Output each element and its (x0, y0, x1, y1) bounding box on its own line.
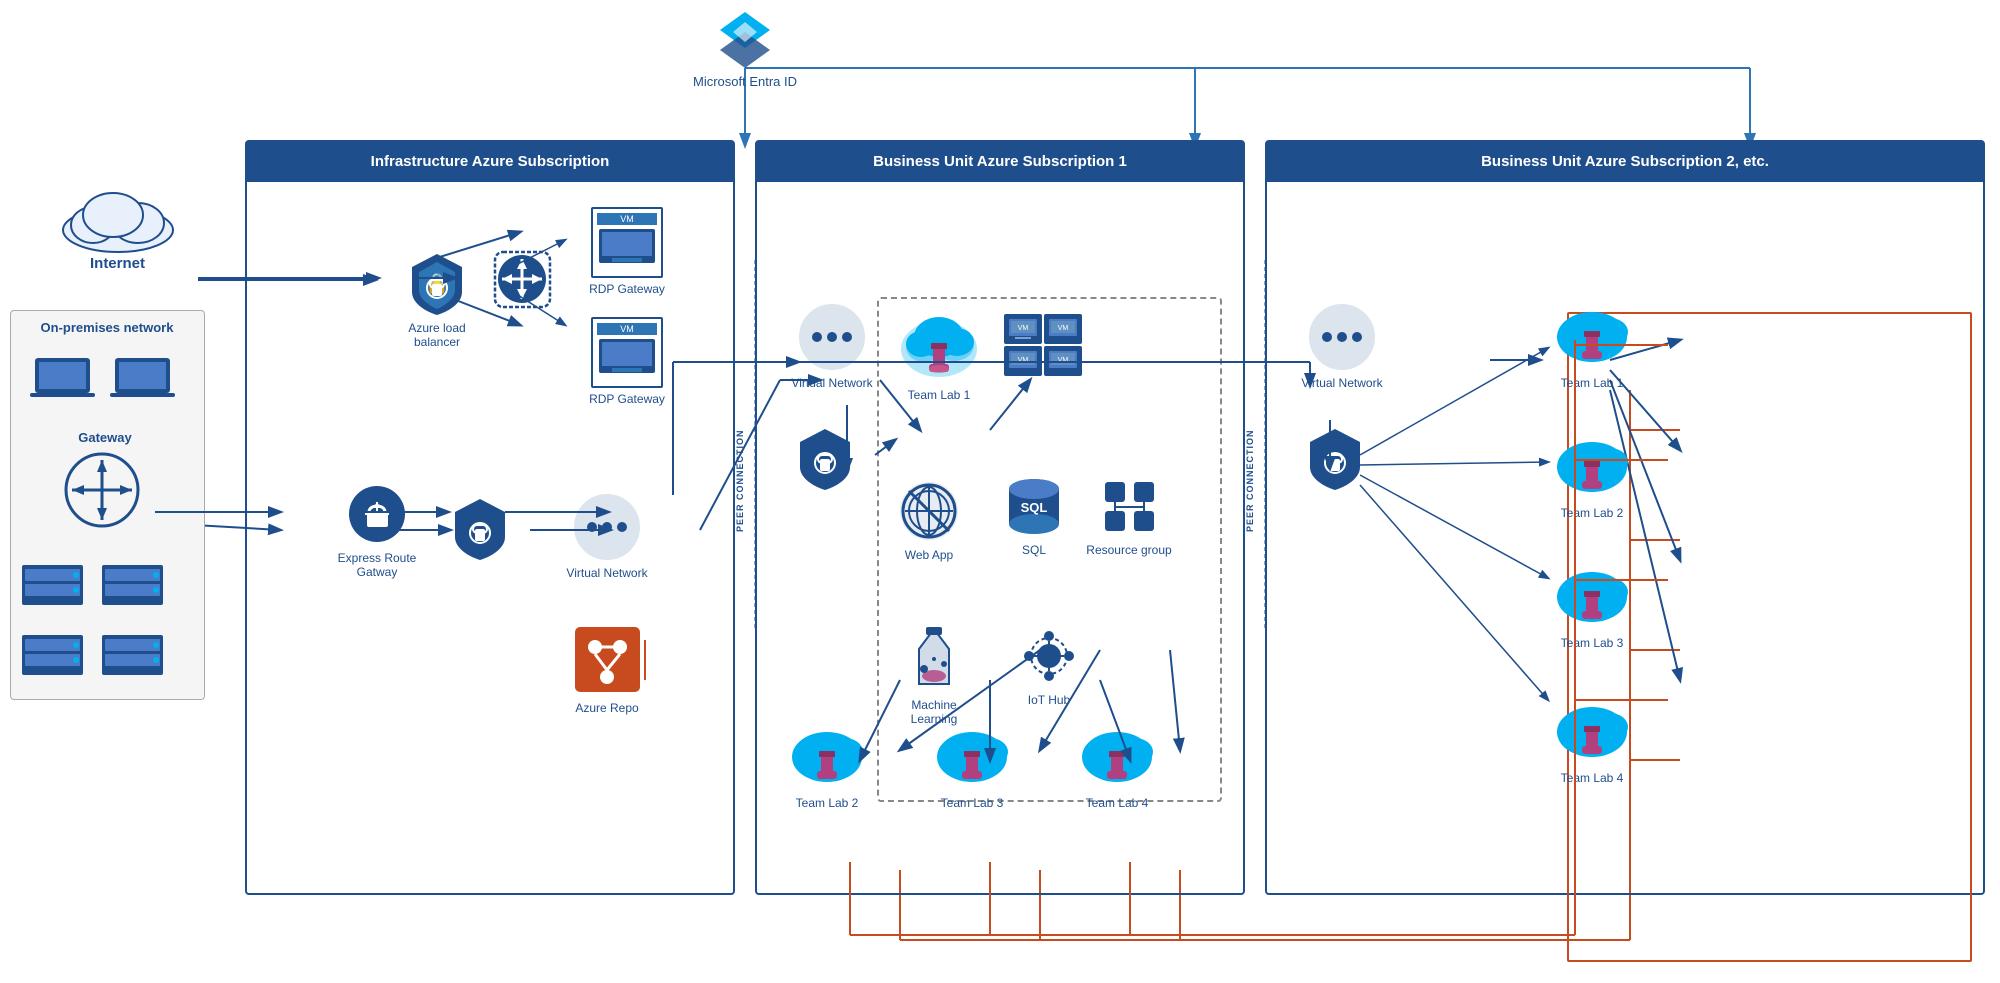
svg-text:SQL: SQL (1021, 500, 1048, 515)
bu1-team-lab-3-icon: Team Lab 3 (927, 722, 1017, 810)
internet-label: Internet (40, 255, 195, 273)
bu1-vm-grid: VM VM VM (1004, 314, 1082, 376)
onprem-label: On-premises network (12, 320, 202, 335)
infra-virtual-network-icon: Virtual Network (557, 492, 657, 580)
express-route-gateway-icon: Express Route Gatway (327, 482, 427, 580)
entra-id-icon: Microsoft Entra ID (690, 10, 800, 90)
bu2-team-lab-2-label: Team Lab 2 (1561, 506, 1624, 520)
bu1-peer-connection-label: PEER CONNECTION (735, 392, 745, 532)
svg-text:VM: VM (1058, 325, 1069, 332)
server-3 (20, 630, 85, 685)
bu1-virtual-network-icon: Virtual Network (787, 302, 877, 390)
svg-text:VM: VM (1018, 325, 1029, 332)
internet-icon: Internet (40, 175, 195, 273)
azure-load-balancer-icon: 🔒 Azure load balancer (397, 252, 477, 350)
bu2-shield-icon (1297, 427, 1372, 492)
gateway-icon (62, 450, 142, 535)
gateway-label: Gateway (55, 430, 155, 445)
bu2-subscription-header: Business Unit Azure Subscription 2, etc. (1267, 142, 1983, 182)
bu1-web-app-icon: Web App (889, 479, 969, 562)
express-route-gateway-label: Express Route Gatway (327, 551, 427, 580)
bu2-team-lab-4-label: Team Lab 4 (1561, 771, 1624, 785)
bu1-team-lab-2-label: Team Lab 2 (796, 796, 859, 810)
bu1-iot-hub-icon: IoT Hub (1009, 624, 1089, 707)
bu2-subscription-box: Business Unit Azure Subscription 2, etc.… (1265, 140, 1985, 895)
bu1-subscription-box: Business Unit Azure Subscription 1 Virtu… (755, 140, 1245, 895)
vm-cell-3: VM (1004, 346, 1042, 376)
bu2-virtual-network-label: Virtual Network (1301, 376, 1382, 390)
bu1-resource-group-icon: Resource group (1084, 474, 1174, 557)
vm-cell-1: VM (1004, 314, 1042, 344)
route-icon (482, 247, 562, 312)
svg-text:VM: VM (1018, 357, 1029, 364)
bu2-team-lab-1-icon: Team Lab 1 (1547, 302, 1637, 390)
bu1-shield-icon (787, 427, 862, 492)
rdp-gateway-1-label: RDP Gateway (589, 282, 665, 296)
rdp-gateway-2-icon: VM RDP Gateway (577, 317, 677, 406)
bu2-virtual-network-icon: Virtual Network (1297, 302, 1387, 390)
bu2-team-lab-3-label: Team Lab 3 (1561, 636, 1624, 650)
bu1-team-lab-4-icon: Team Lab 4 (1072, 722, 1162, 810)
rdp-gateway-1-icon: VM RDP Gateway (577, 207, 677, 296)
bu1-team-lab-4-label: Team Lab 4 (1086, 796, 1149, 810)
bu2-peer-connection-label: PEER CONNECTION (1245, 392, 1255, 532)
bu2-team-lab-3-icon: Team Lab 3 (1547, 562, 1637, 650)
laptop-2 (110, 355, 175, 405)
server-1 (20, 560, 85, 615)
bu1-machine-learning-icon: Machine Learning (889, 624, 979, 727)
bu2-team-lab-2-icon: Team Lab 2 (1547, 432, 1637, 520)
bu2-team-lab-4-icon: Team Lab 4 (1547, 697, 1637, 785)
bu1-sql-label: SQL (1022, 543, 1046, 557)
bu1-team-lab-2-icon: Team Lab 2 (782, 722, 872, 810)
vm-cell-2: VM (1044, 314, 1082, 344)
bu1-iot-hub-label: IoT Hub (1028, 693, 1070, 707)
laptop-1 (30, 355, 95, 405)
bu1-sql-icon: SQL SQL (999, 474, 1069, 557)
entra-id-label: Microsoft Entra ID (693, 74, 797, 90)
bu1-team-lab-3-label: Team Lab 3 (941, 796, 1004, 810)
svg-text:VM: VM (1058, 357, 1069, 364)
bu1-virtual-network-label: Virtual Network (791, 376, 872, 390)
bu1-team-lab-1-icon: Team Lab 1 (894, 309, 984, 402)
infra-subscription-header: Infrastructure Azure Subscription (247, 142, 733, 182)
rdp-gateway-2-label: RDP Gateway (589, 392, 665, 406)
server-2 (100, 560, 165, 615)
diagram-container: Microsoft Entra ID Internet On-premises … (0, 0, 2000, 983)
vm-cell-4: VM (1044, 346, 1082, 376)
infra-subscription-box: Infrastructure Azure Subscription 🔒 Azur… (245, 140, 735, 895)
bu1-web-app-label: Web App (905, 548, 953, 562)
azure-repo-label: Azure Repo (575, 701, 638, 715)
bu1-resource-group-label: Resource group (1086, 543, 1171, 557)
azure-load-balancer-label: Azure load balancer (397, 321, 477, 350)
server-4 (100, 630, 165, 685)
bu1-subscription-header: Business Unit Azure Subscription 1 (757, 142, 1243, 182)
bu2-team-lab-1-label: Team Lab 1 (1561, 376, 1624, 390)
azure-repo-icon: Azure Repo (557, 622, 657, 715)
infra-virtual-network-label: Virtual Network (566, 566, 647, 580)
bu1-team-lab-1-label: Team Lab 1 (908, 388, 971, 402)
infra-shield-icon (442, 497, 517, 562)
